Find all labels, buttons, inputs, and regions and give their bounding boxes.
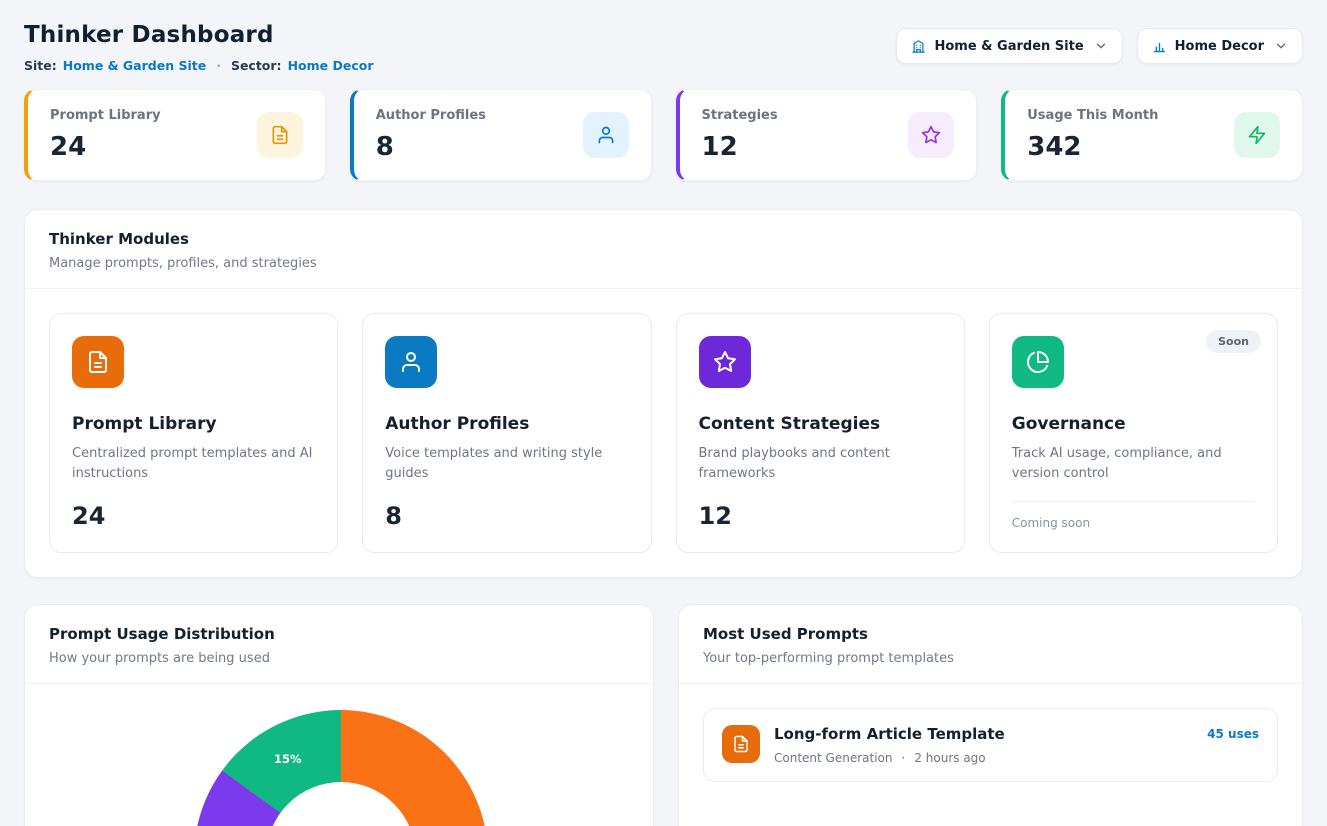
stat-text: Prompt Library 24 — [50, 108, 161, 162]
site-sector-line: Site: Home & Garden Site · Sector: Home … — [24, 58, 373, 73]
modules-panel-header: Thinker Modules Manage prompts, profiles… — [25, 210, 1302, 289]
usage-title: Prompt Usage Distribution — [49, 625, 629, 643]
chevron-down-icon — [1094, 39, 1108, 53]
donut-chart-ring: 15% — [194, 710, 488, 826]
meta-separator: · — [901, 751, 905, 765]
prompt-category: Content Generation — [774, 751, 892, 765]
header-left: Thinker Dashboard Site: Home & Garden Si… — [24, 16, 373, 73]
module-card-author-profiles[interactable]: Author Profiles Voice templates and writ… — [362, 313, 651, 553]
donut-chart-hole — [266, 782, 416, 826]
page-title: Thinker Dashboard — [24, 22, 373, 48]
module-description: Voice templates and writing style guides — [385, 444, 628, 484]
prompt-item-body: Long-form Article Template Content Gener… — [774, 725, 1193, 765]
stat-text: Strategies 12 — [702, 108, 778, 162]
prompt-time: 2 hours ago — [914, 751, 985, 765]
module-description: Track AI usage, compliance, and version … — [1012, 444, 1255, 484]
bottom-row: Prompt Usage Distribution How your promp… — [24, 604, 1303, 826]
stat-card-strategies: Strategies 12 — [676, 89, 978, 181]
star-icon — [699, 336, 751, 388]
soon-badge: Soon — [1206, 330, 1261, 353]
stat-text: Usage This Month 342 — [1027, 108, 1158, 162]
stat-card-author-profiles: Author Profiles 8 — [350, 89, 652, 181]
document-icon — [722, 725, 760, 763]
stat-value: 342 — [1027, 132, 1158, 162]
stat-card-usage: Usage This Month 342 — [1001, 89, 1303, 181]
page-header: Thinker Dashboard Site: Home & Garden Si… — [24, 16, 1303, 73]
thinker-modules-panel: Thinker Modules Manage prompts, profiles… — [24, 209, 1303, 578]
document-icon — [257, 112, 303, 158]
prompt-usage-panel: Prompt Usage Distribution How your promp… — [24, 604, 654, 826]
bolt-icon — [1234, 112, 1280, 158]
stat-card-prompt-library: Prompt Library 24 — [24, 89, 326, 181]
sector-selector-label: Home Decor — [1175, 39, 1264, 54]
usage-panel-header: Prompt Usage Distribution How your promp… — [25, 605, 653, 684]
star-icon — [908, 112, 954, 158]
modules-grid: Prompt Library Centralized prompt templa… — [25, 289, 1302, 577]
module-title: Prompt Library — [72, 414, 315, 434]
sector-link[interactable]: Home Decor — [288, 58, 374, 73]
chevron-down-icon — [1274, 39, 1288, 53]
sector-label: Sector: — [231, 58, 282, 73]
module-title: Author Profiles — [385, 414, 628, 434]
module-description: Brand playbooks and content frameworks — [699, 444, 942, 484]
header-selectors: Home & Garden Site Home Decor — [896, 28, 1303, 64]
module-value: 8 — [385, 484, 628, 530]
site-label: Site: — [24, 58, 57, 73]
stat-value: 8 — [376, 132, 486, 162]
prompt-uses-badge: 45 uses — [1207, 727, 1259, 741]
modules-title: Thinker Modules — [49, 230, 1278, 248]
module-card-prompt-library[interactable]: Prompt Library Centralized prompt templa… — [49, 313, 338, 553]
module-card-governance[interactable]: Soon Governance Track AI usage, complian… — [989, 313, 1278, 553]
module-value: 24 — [72, 484, 315, 530]
prompt-item-meta: Content Generation · 2 hours ago — [774, 751, 1193, 765]
stat-value: 24 — [50, 132, 161, 162]
stats-row: Prompt Library 24 Author Profiles 8 Stra… — [24, 89, 1303, 181]
pie-chart-icon — [1012, 336, 1064, 388]
user-icon — [583, 112, 629, 158]
most-used-prompts-panel: Most Used Prompts Your top-performing pr… — [678, 604, 1303, 826]
stat-value: 12 — [702, 132, 778, 162]
stat-label: Usage This Month — [1027, 108, 1158, 123]
prompt-list-item[interactable]: Long-form Article Template Content Gener… — [703, 708, 1278, 782]
prompts-subtitle: Your top-performing prompt templates — [703, 651, 1278, 666]
dashboard-page: Thinker Dashboard Site: Home & Garden Si… — [0, 0, 1327, 826]
separator-dot: · — [212, 58, 225, 73]
site-selector-dropdown[interactable]: Home & Garden Site — [896, 28, 1122, 64]
stat-label: Prompt Library — [50, 108, 161, 123]
module-title: Content Strategies — [699, 414, 942, 434]
module-title: Governance — [1012, 414, 1255, 434]
site-link[interactable]: Home & Garden Site — [63, 58, 206, 73]
document-icon — [72, 336, 124, 388]
prompts-panel-header: Most Used Prompts Your top-performing pr… — [679, 605, 1302, 684]
sector-selector-dropdown[interactable]: Home Decor — [1137, 28, 1303, 64]
modules-subtitle: Manage prompts, profiles, and strategies — [49, 256, 1278, 271]
donut-segment-label: 15% — [274, 752, 302, 766]
usage-subtitle: How your prompts are being used — [49, 651, 629, 666]
prompt-item-title: Long-form Article Template — [774, 725, 1193, 743]
bar-chart-icon — [1152, 39, 1167, 54]
user-icon — [385, 336, 437, 388]
stat-label: Author Profiles — [376, 108, 486, 123]
module-description: Centralized prompt templates and AI inst… — [72, 444, 315, 484]
module-card-content-strategies[interactable]: Content Strategies Brand playbooks and c… — [676, 313, 965, 553]
donut-chart: 15% — [25, 684, 653, 826]
prompts-title: Most Used Prompts — [703, 625, 1278, 643]
module-value: 12 — [699, 484, 942, 530]
stat-text: Author Profiles 8 — [376, 108, 486, 162]
site-selector-label: Home & Garden Site — [934, 39, 1083, 54]
module-coming-soon: Coming soon — [1012, 501, 1255, 530]
building-icon — [911, 39, 926, 54]
stat-label: Strategies — [702, 108, 778, 123]
